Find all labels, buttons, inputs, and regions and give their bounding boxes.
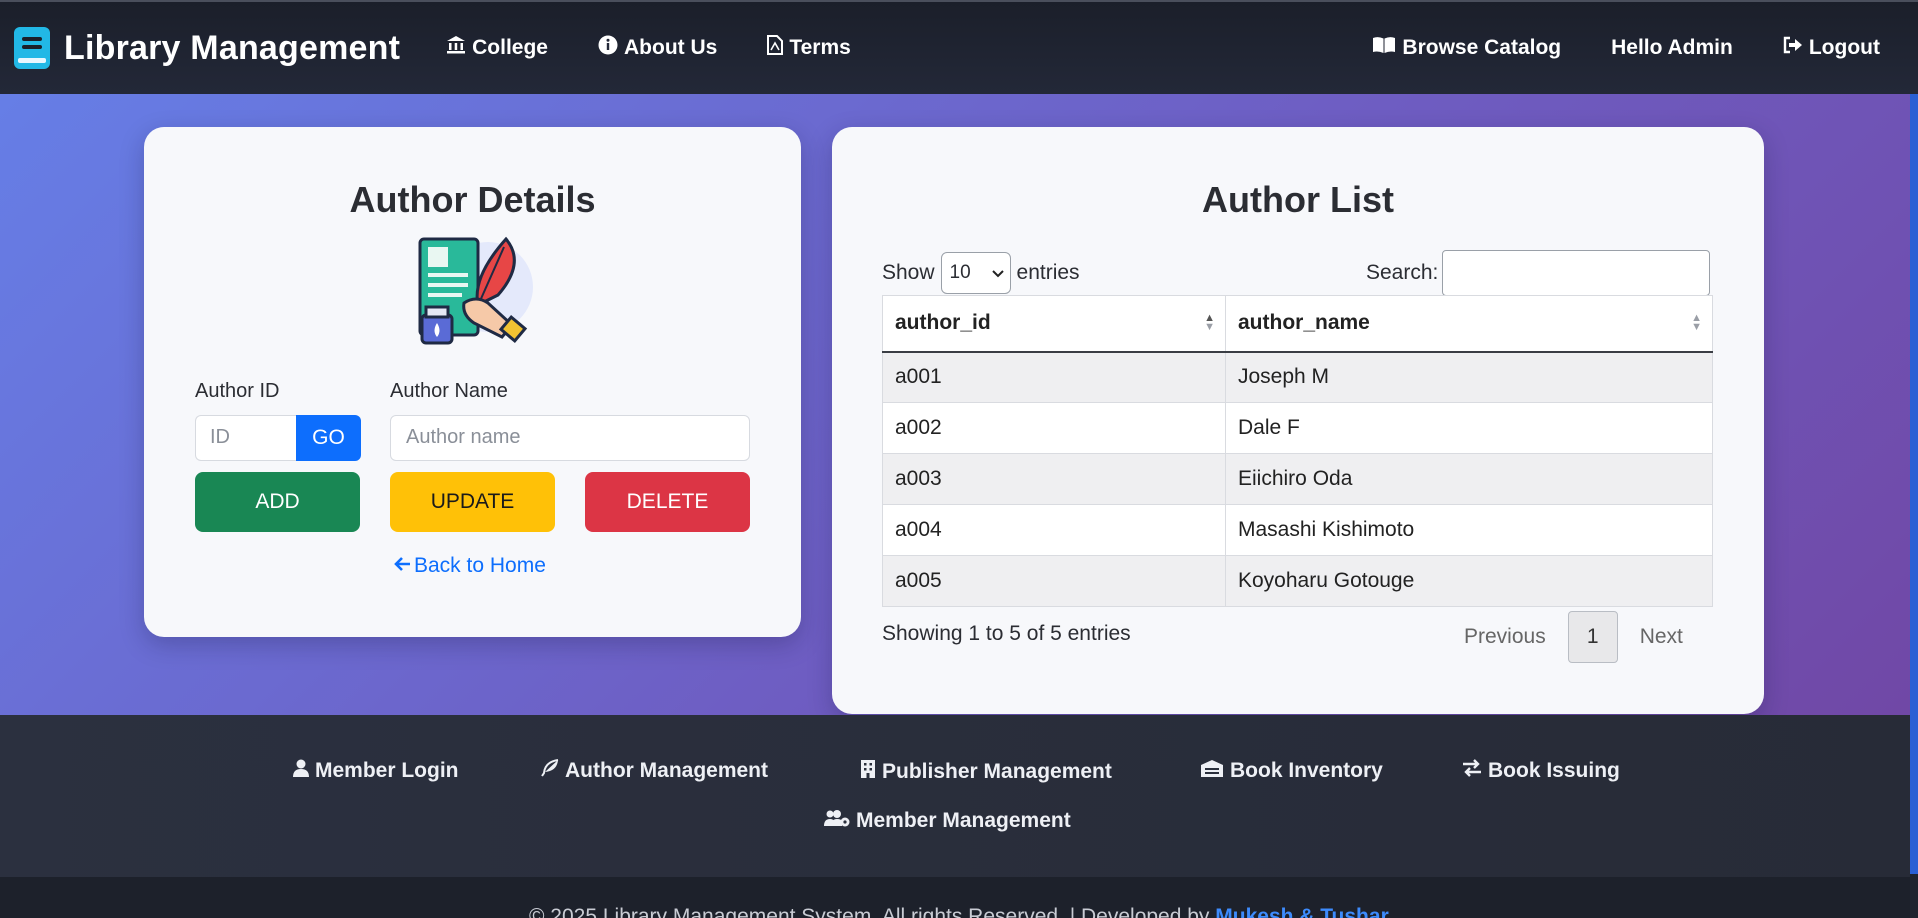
entries-select[interactable]: 10 (940, 252, 1011, 294)
entries-label: entries (1016, 261, 1080, 284)
book-open-icon (1372, 36, 1396, 60)
arrow-left-icon (394, 553, 412, 579)
user-icon (293, 759, 309, 783)
page-scrollbar[interactable] (1910, 94, 1918, 874)
exchange-icon (1462, 759, 1482, 783)
cell-author-id: a001 (882, 351, 1226, 403)
column-header-label: author_id (895, 311, 991, 335)
author-name-input[interactable]: Author name (390, 415, 750, 461)
warehouse-icon (1200, 759, 1224, 783)
nav-hello-admin-label: Hello Admin (1611, 36, 1733, 59)
building-icon (860, 759, 876, 784)
page-1-button[interactable]: 1 (1567, 611, 1618, 663)
footer-publisher-management-label: Publisher Management (882, 759, 1112, 783)
cell-author-id: a004 (882, 504, 1226, 556)
footer-author-management-link[interactable]: Author Management (541, 759, 768, 783)
footer-member-login-link[interactable]: Member Login (293, 759, 459, 783)
cell-author-name: Eiichiro Oda (1225, 453, 1713, 505)
brand-title: Library Management (64, 28, 401, 67)
column-header-author-id[interactable]: author_id ▲ ▼ (882, 295, 1226, 353)
sort-icon: ▲ ▼ (1691, 312, 1702, 334)
footer: Member Login Author Management Publisher… (0, 715, 1910, 877)
footer-book-inventory-link[interactable]: Book Inventory (1200, 759, 1383, 783)
author-table: author_id ▲ ▼ author_name ▲ ▼ a001 Joseph … (882, 295, 1713, 607)
table-row: a004 Masashi Kishimoto (882, 504, 1713, 556)
pagination: Previous 1 Next (1464, 611, 1683, 663)
show-label: Show (882, 261, 935, 284)
users-cog-icon (824, 809, 850, 833)
chevron-down-icon (991, 265, 1004, 281)
author-details-title: Author Details (349, 179, 596, 220)
footer-book-issuing-label: Book Issuing (1488, 759, 1620, 782)
nav-right: Browse Catalog Hello Admin Logout (1322, 36, 1880, 60)
footer-member-login-label: Member Login (315, 759, 459, 782)
feather-icon (541, 759, 559, 783)
file-pdf-icon (767, 35, 784, 61)
footer-member-management-label: Member Management (856, 809, 1071, 832)
table-row: a001 Joseph M (882, 351, 1713, 403)
show-entries-control: Show 10 entries (882, 252, 1080, 294)
info-circle-icon (598, 35, 618, 61)
cell-author-name: Joseph M (1225, 351, 1713, 403)
delete-button[interactable]: DELETE (585, 472, 750, 532)
update-button[interactable]: UPDATE (390, 472, 555, 532)
search-control: Search: (1366, 250, 1711, 296)
previous-page-button[interactable]: Previous (1464, 625, 1546, 649)
cell-author-name: Dale F (1225, 402, 1713, 454)
search-label: Search: (1366, 261, 1439, 284)
nav-logout-label: Logout (1808, 36, 1880, 59)
column-header-author-name[interactable]: author_name ▲ ▼ (1225, 295, 1713, 353)
top-navbar: Library Management College About Us Term… (0, 0, 1918, 94)
nav-hello-admin[interactable]: Hello Admin (1611, 36, 1733, 60)
author-id-input[interactable]: ID (195, 415, 297, 461)
cell-author-name: Koyoharu Gotouge (1225, 555, 1713, 607)
sort-icon: ▲ ▼ (1204, 312, 1215, 334)
author-quill-icon (414, 233, 534, 349)
nav-about-link[interactable]: About Us (598, 35, 717, 61)
copyright-text: © 2025 Library Management System. All ri… (529, 905, 1389, 918)
author-id-label: Author ID (195, 380, 280, 402)
footer-book-issuing-link[interactable]: Book Issuing (1462, 759, 1620, 783)
developer-link[interactable]: Mukesh & Tushar (1215, 905, 1388, 918)
author-name-label: Author Name (390, 380, 508, 402)
back-to-home-label: Back to Home (414, 554, 546, 577)
table-row: a002 Dale F (882, 402, 1713, 454)
table-row: a003 Eiichiro Oda (882, 453, 1713, 505)
footer-publisher-management-link[interactable]: Publisher Management (860, 759, 1112, 784)
bank-icon (446, 35, 466, 61)
author-list-title: Author List (1202, 179, 1394, 220)
footer-member-management-link[interactable]: Member Management (824, 809, 1071, 833)
cell-author-name: Masashi Kishimoto (1225, 504, 1713, 556)
nav-browse-catalog-label: Browse Catalog (1402, 36, 1562, 59)
add-button[interactable]: ADD (195, 472, 360, 532)
nav-logout-link[interactable]: Logout (1783, 36, 1880, 60)
author-list-card: Author List Show 10 entries Search: auth… (832, 127, 1764, 714)
nav-left: College About Us Terms (446, 35, 901, 61)
nav-college-link[interactable]: College (446, 35, 548, 61)
nav-terms-link[interactable]: Terms (767, 35, 851, 61)
column-header-label: author_name (1238, 311, 1370, 335)
cell-author-id: a003 (882, 453, 1226, 505)
nav-terms-label: Terms (789, 36, 851, 59)
cell-author-id: a002 (882, 402, 1226, 454)
back-to-home-link[interactable]: Back to Home (394, 553, 546, 579)
go-button[interactable]: GO (296, 415, 361, 461)
next-page-button[interactable]: Next (1640, 625, 1683, 649)
table-row: a005 Koyoharu Gotouge (882, 555, 1713, 607)
book-logo-icon (14, 27, 50, 69)
footer-author-management-label: Author Management (565, 759, 769, 782)
nav-about-label: About Us (624, 36, 718, 59)
entries-select-value: 10 (949, 262, 971, 283)
author-details-card: Author Details Author ID Author Name ID (144, 127, 801, 637)
nav-college-label: College (472, 36, 548, 59)
brand[interactable]: Library Management (14, 27, 400, 69)
footer-book-inventory-label: Book Inventory (1230, 759, 1383, 782)
nav-browse-catalog-link[interactable]: Browse Catalog (1372, 36, 1561, 60)
main-content: Author Details Author ID Author Name ID (0, 94, 1910, 715)
cell-author-id: a005 (882, 555, 1226, 607)
copyright-label: © 2025 Library Management System. All ri… (529, 905, 1216, 918)
search-input[interactable] (1442, 250, 1711, 296)
table-info: Showing 1 to 5 of 5 entries (882, 622, 1131, 645)
logout-icon (1783, 36, 1803, 60)
